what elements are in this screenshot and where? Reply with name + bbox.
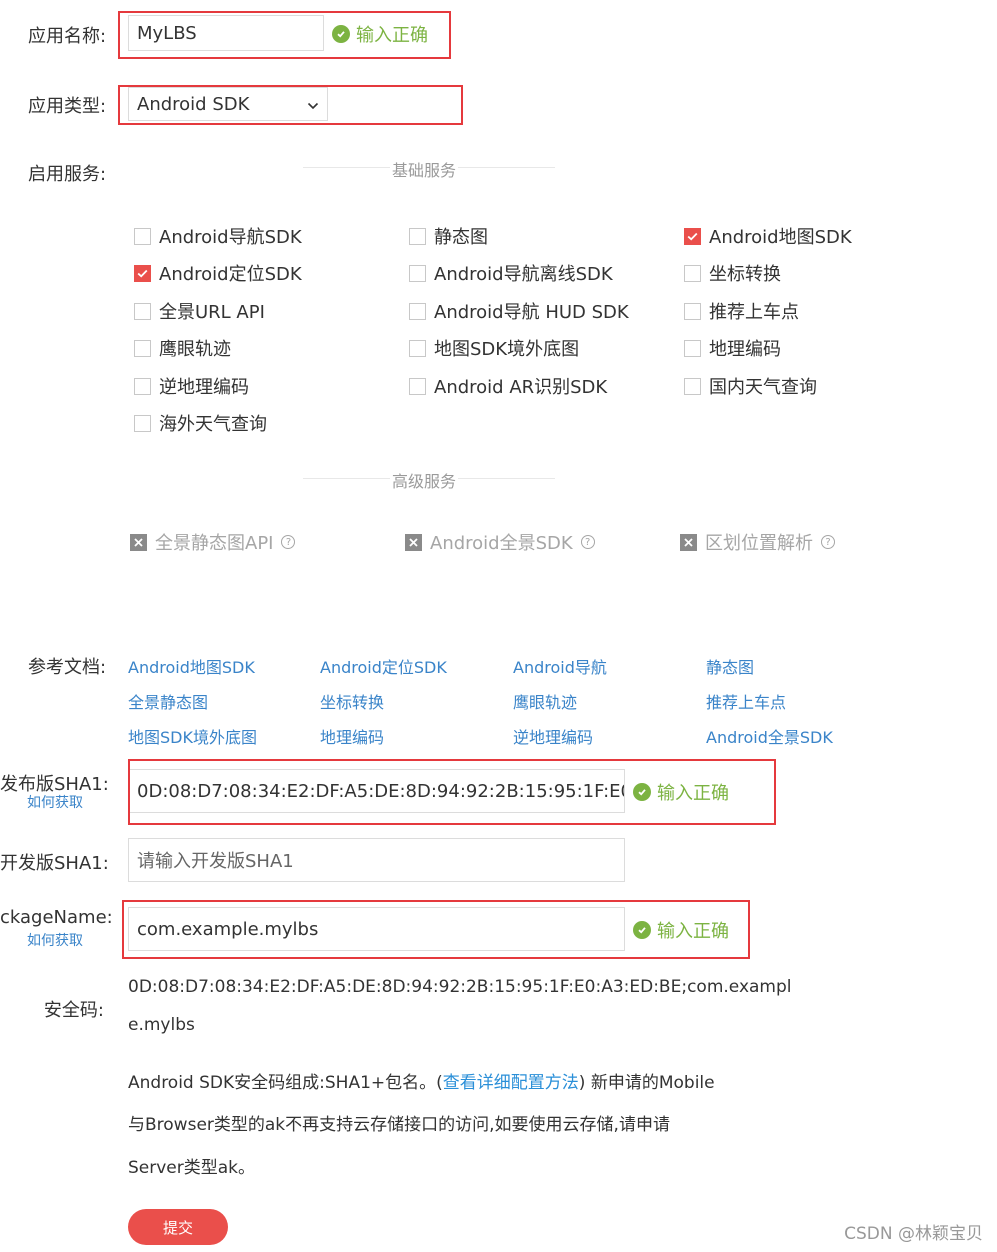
checkbox[interactable]	[134, 227, 151, 245]
service-overseas-basemap[interactable]: 地图SDK境外底图	[409, 335, 579, 361]
service-android-panorama-sdk: Android全景SDK ?	[405, 529, 595, 555]
doc-link[interactable]: 推荐上车点	[706, 689, 786, 713]
app-name-label: 应用名称:	[28, 26, 107, 47]
checkbox-checked[interactable]	[134, 264, 151, 282]
doc-link[interactable]: 地图SDK境外底图	[128, 724, 257, 748]
dev-sha1-input[interactable]: 请输入开发版SHA1	[128, 838, 625, 882]
services-label: 启用服务:	[28, 164, 107, 185]
checkbox[interactable]	[684, 377, 701, 395]
note-line3: Server类型ak。	[128, 1158, 256, 1178]
help-icon[interactable]: ?	[580, 535, 595, 549]
doc-link[interactable]: Android全景SDK	[706, 724, 833, 748]
help-icon[interactable]: ?	[821, 535, 835, 549]
checkbox[interactable]	[409, 377, 426, 395]
checkbox[interactable]	[134, 414, 151, 432]
service-domestic-weather[interactable]: 国内天气查询	[684, 373, 817, 399]
service-eagle-eye-track[interactable]: 鹰眼轨迹	[134, 335, 231, 361]
help-icon[interactable]: ?	[281, 535, 296, 549]
checkbox[interactable]	[409, 227, 426, 245]
service-android-nav-offline-sdk[interactable]: Android导航离线SDK	[409, 260, 613, 286]
checkbox[interactable]	[684, 339, 701, 357]
release-sha1-help-link[interactable]: 如何获取	[27, 792, 83, 812]
checkbox[interactable]	[409, 302, 426, 320]
basic-services-title: 基础服务	[390, 157, 459, 181]
watermark: CSDN @林颖宝贝	[844, 1224, 983, 1244]
security-code-line2: e.mylbs	[128, 1015, 195, 1035]
service-reverse-geocoding[interactable]: 逆地理编码	[134, 373, 249, 399]
checkbox-disabled	[130, 533, 147, 551]
service-static-map[interactable]: 静态图	[409, 223, 488, 249]
note-line2: 与Browser类型的ak不再支持云存储接口的访问,如要使用云存储,请申请	[128, 1115, 670, 1135]
highlight-app-name	[118, 11, 451, 59]
doc-link[interactable]: Android定位SDK	[320, 654, 447, 678]
advanced-services-title: 高级服务	[390, 468, 459, 492]
submit-button[interactable]: 提交	[128, 1209, 228, 1245]
docs-label: 参考文档:	[28, 657, 107, 678]
checkbox-disabled	[405, 533, 422, 551]
checkbox-checked[interactable]	[684, 227, 701, 245]
service-android-nav-hud-sdk[interactable]: Android导航 HUD SDK	[409, 298, 629, 324]
service-overseas-weather[interactable]: 海外天气查询	[134, 410, 267, 436]
service-android-nav-sdk[interactable]: Android导航SDK	[134, 223, 302, 249]
doc-link[interactable]: 逆地理编码	[513, 724, 593, 748]
service-coord-convert[interactable]: 坐标转换	[684, 260, 781, 286]
highlight-package-name	[122, 900, 750, 959]
service-panorama-url-api[interactable]: 全景URL API	[134, 298, 265, 324]
app-type-label: 应用类型:	[28, 96, 107, 117]
checkbox[interactable]	[684, 302, 701, 320]
doc-link[interactable]: 坐标转换	[320, 689, 384, 713]
service-android-map-sdk[interactable]: Android地图SDK	[684, 223, 852, 249]
checkbox[interactable]	[134, 302, 151, 320]
service-region-parsing: 区划位置解析 ?	[680, 529, 835, 555]
security-code-line1: 0D:08:D7:08:34:E2:DF:A5:DE:8D:94:92:2B:1…	[128, 977, 792, 997]
doc-link[interactable]: Android导航	[513, 654, 607, 678]
doc-link[interactable]: 静态图	[706, 654, 754, 678]
package-name-label: ckageName:	[0, 907, 113, 928]
doc-link[interactable]: 鹰眼轨迹	[513, 689, 577, 713]
security-code-label: 安全码:	[43, 1000, 104, 1021]
package-name-help-link[interactable]: 如何获取	[27, 930, 83, 950]
service-pickup-point[interactable]: 推荐上车点	[684, 298, 799, 324]
checkbox[interactable]	[409, 339, 426, 357]
config-method-link[interactable]: 查看详细配置方法	[443, 1073, 579, 1093]
note-line1: Android SDK安全码组成:SHA1+包名。(查看详细配置方法) 新申请的…	[128, 1073, 715, 1093]
service-android-location-sdk[interactable]: Android定位SDK	[134, 260, 302, 286]
doc-link[interactable]: Android地图SDK	[128, 654, 255, 678]
service-geocoding[interactable]: 地理编码	[684, 335, 781, 361]
dev-sha1-label: 开发版SHA1:	[0, 853, 109, 874]
highlight-app-type	[118, 85, 463, 125]
checkbox-disabled	[680, 533, 697, 551]
doc-link[interactable]: 全景静态图	[128, 689, 208, 713]
checkbox[interactable]	[684, 264, 701, 282]
highlight-release-sha1	[128, 759, 776, 825]
service-android-ar-sdk[interactable]: Android AR识别SDK	[409, 373, 607, 399]
checkbox[interactable]	[134, 339, 151, 357]
checkbox[interactable]	[409, 264, 426, 282]
checkbox[interactable]	[134, 377, 151, 395]
doc-link[interactable]: 地理编码	[320, 724, 384, 748]
service-panorama-static-api: 全景静态图API ?	[130, 529, 296, 555]
